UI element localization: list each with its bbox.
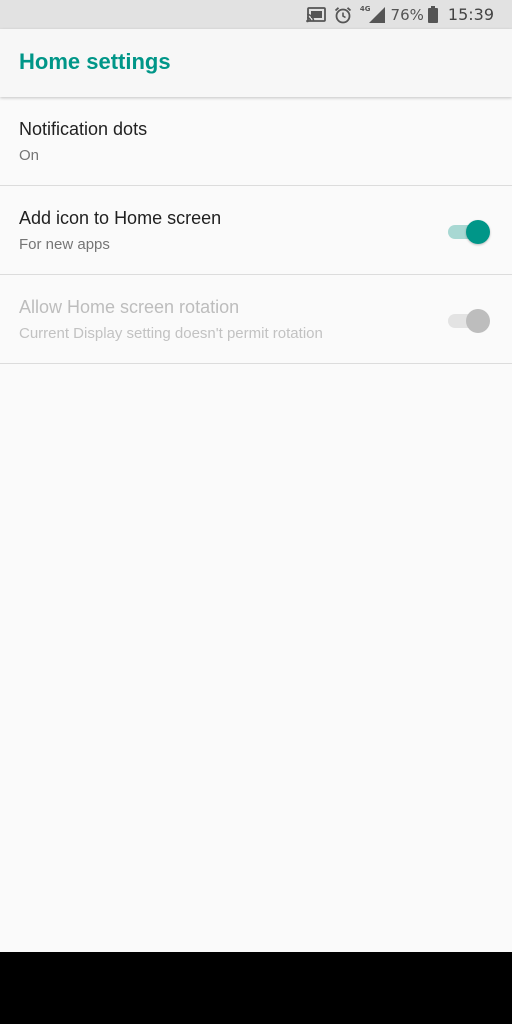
alarm-icon xyxy=(334,6,352,24)
status-time: 15:39 xyxy=(447,5,494,24)
setting-summary: For new apps xyxy=(19,236,110,253)
add-icon-toggle[interactable] xyxy=(448,219,490,244)
setting-add-icon-to-home-screen[interactable]: Add icon to Home screen For new apps xyxy=(0,186,512,275)
settings-list: Notification dots On Add icon to Home sc… xyxy=(0,97,512,364)
setting-notification-dots[interactable]: Notification dots On xyxy=(0,97,512,186)
navigation-bar xyxy=(0,952,512,1024)
rotation-toggle xyxy=(448,308,490,333)
signal-4g-icon: 4G xyxy=(359,4,385,23)
app-bar: Home settings xyxy=(0,29,512,97)
setting-summary: Current Display setting doesn't permit r… xyxy=(19,325,323,342)
setting-title: Allow Home screen rotation xyxy=(19,297,240,317)
setting-summary: On xyxy=(19,147,40,164)
cast-icon xyxy=(306,6,326,23)
setting-title: Add icon to Home screen xyxy=(19,208,222,228)
setting-title: Notification dots xyxy=(19,119,148,139)
battery-percent: 76% xyxy=(390,5,424,24)
toggle-thumb xyxy=(466,220,490,244)
toggle-thumb xyxy=(466,309,490,333)
battery-icon xyxy=(427,6,438,23)
page-title: Home settings xyxy=(19,49,171,74)
setting-allow-home-screen-rotation: Allow Home screen rotation Current Displ… xyxy=(0,275,512,364)
network-type-label: 4G xyxy=(359,4,371,13)
status-bar: 4G 76% 15:39 xyxy=(0,0,512,29)
